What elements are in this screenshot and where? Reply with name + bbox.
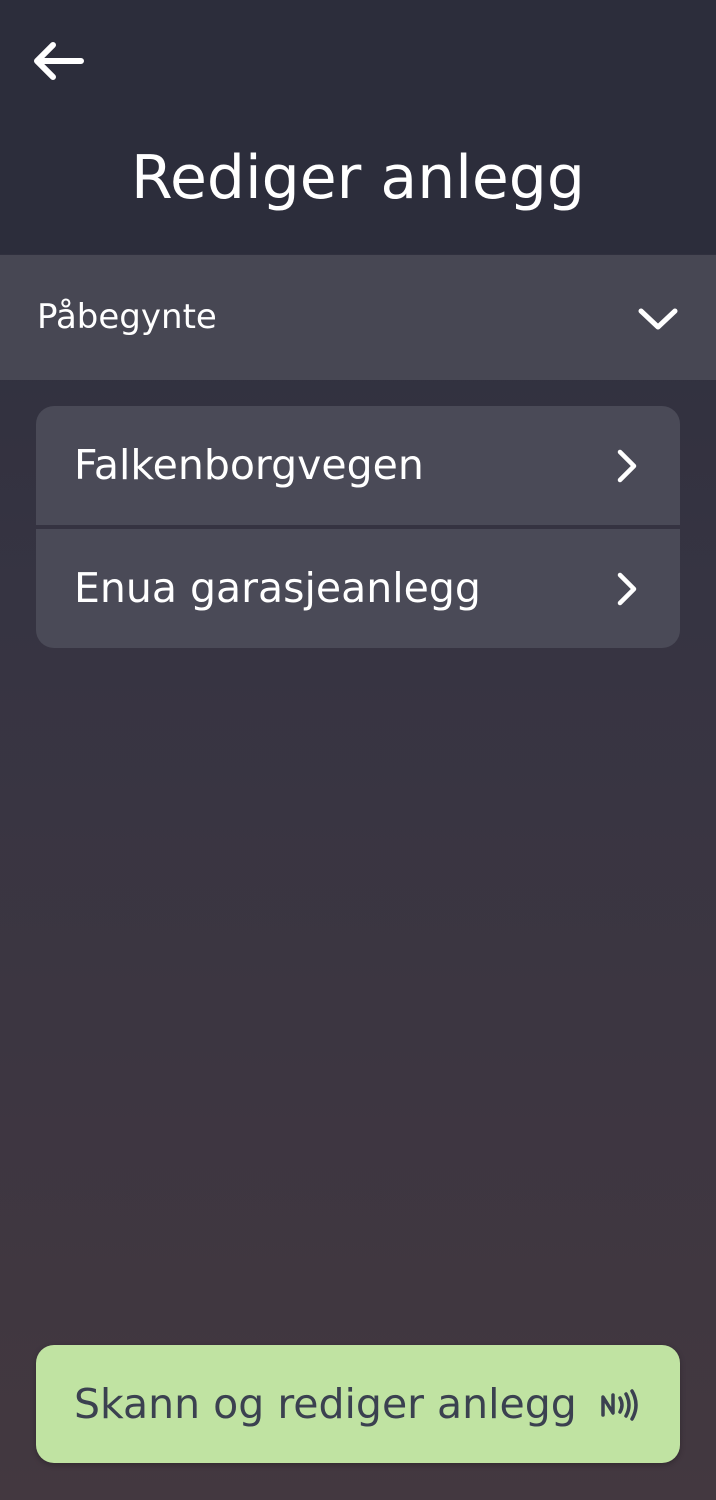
- status-filter-dropdown[interactable]: Påbegynte: [0, 255, 716, 380]
- page-title: Rediger anlegg: [131, 143, 585, 213]
- list-item-label: Enua garasjeanlegg: [74, 564, 481, 612]
- arrow-left-icon: [34, 42, 84, 80]
- list-item-falkenborgvegen[interactable]: Falkenborgvegen: [36, 406, 680, 525]
- chevron-right-icon: [617, 572, 637, 606]
- facility-list: Falkenborgvegen Enua garasjeanlegg: [36, 406, 680, 648]
- status-filter-label: Påbegynte: [37, 297, 217, 337]
- scan-button-label: Skann og rediger anlegg: [74, 1380, 577, 1428]
- nfc-icon: [601, 1389, 638, 1421]
- chevron-right-icon: [617, 449, 637, 483]
- app-header: Rediger anlegg: [0, 0, 716, 254]
- list-item-label: Falkenborgvegen: [74, 441, 424, 489]
- chevron-down-icon: [638, 308, 678, 330]
- list-item-enua-garasjeanlegg[interactable]: Enua garasjeanlegg: [36, 529, 680, 648]
- scan-and-edit-button[interactable]: Skann og rediger anlegg: [36, 1345, 680, 1463]
- back-button[interactable]: [26, 30, 88, 92]
